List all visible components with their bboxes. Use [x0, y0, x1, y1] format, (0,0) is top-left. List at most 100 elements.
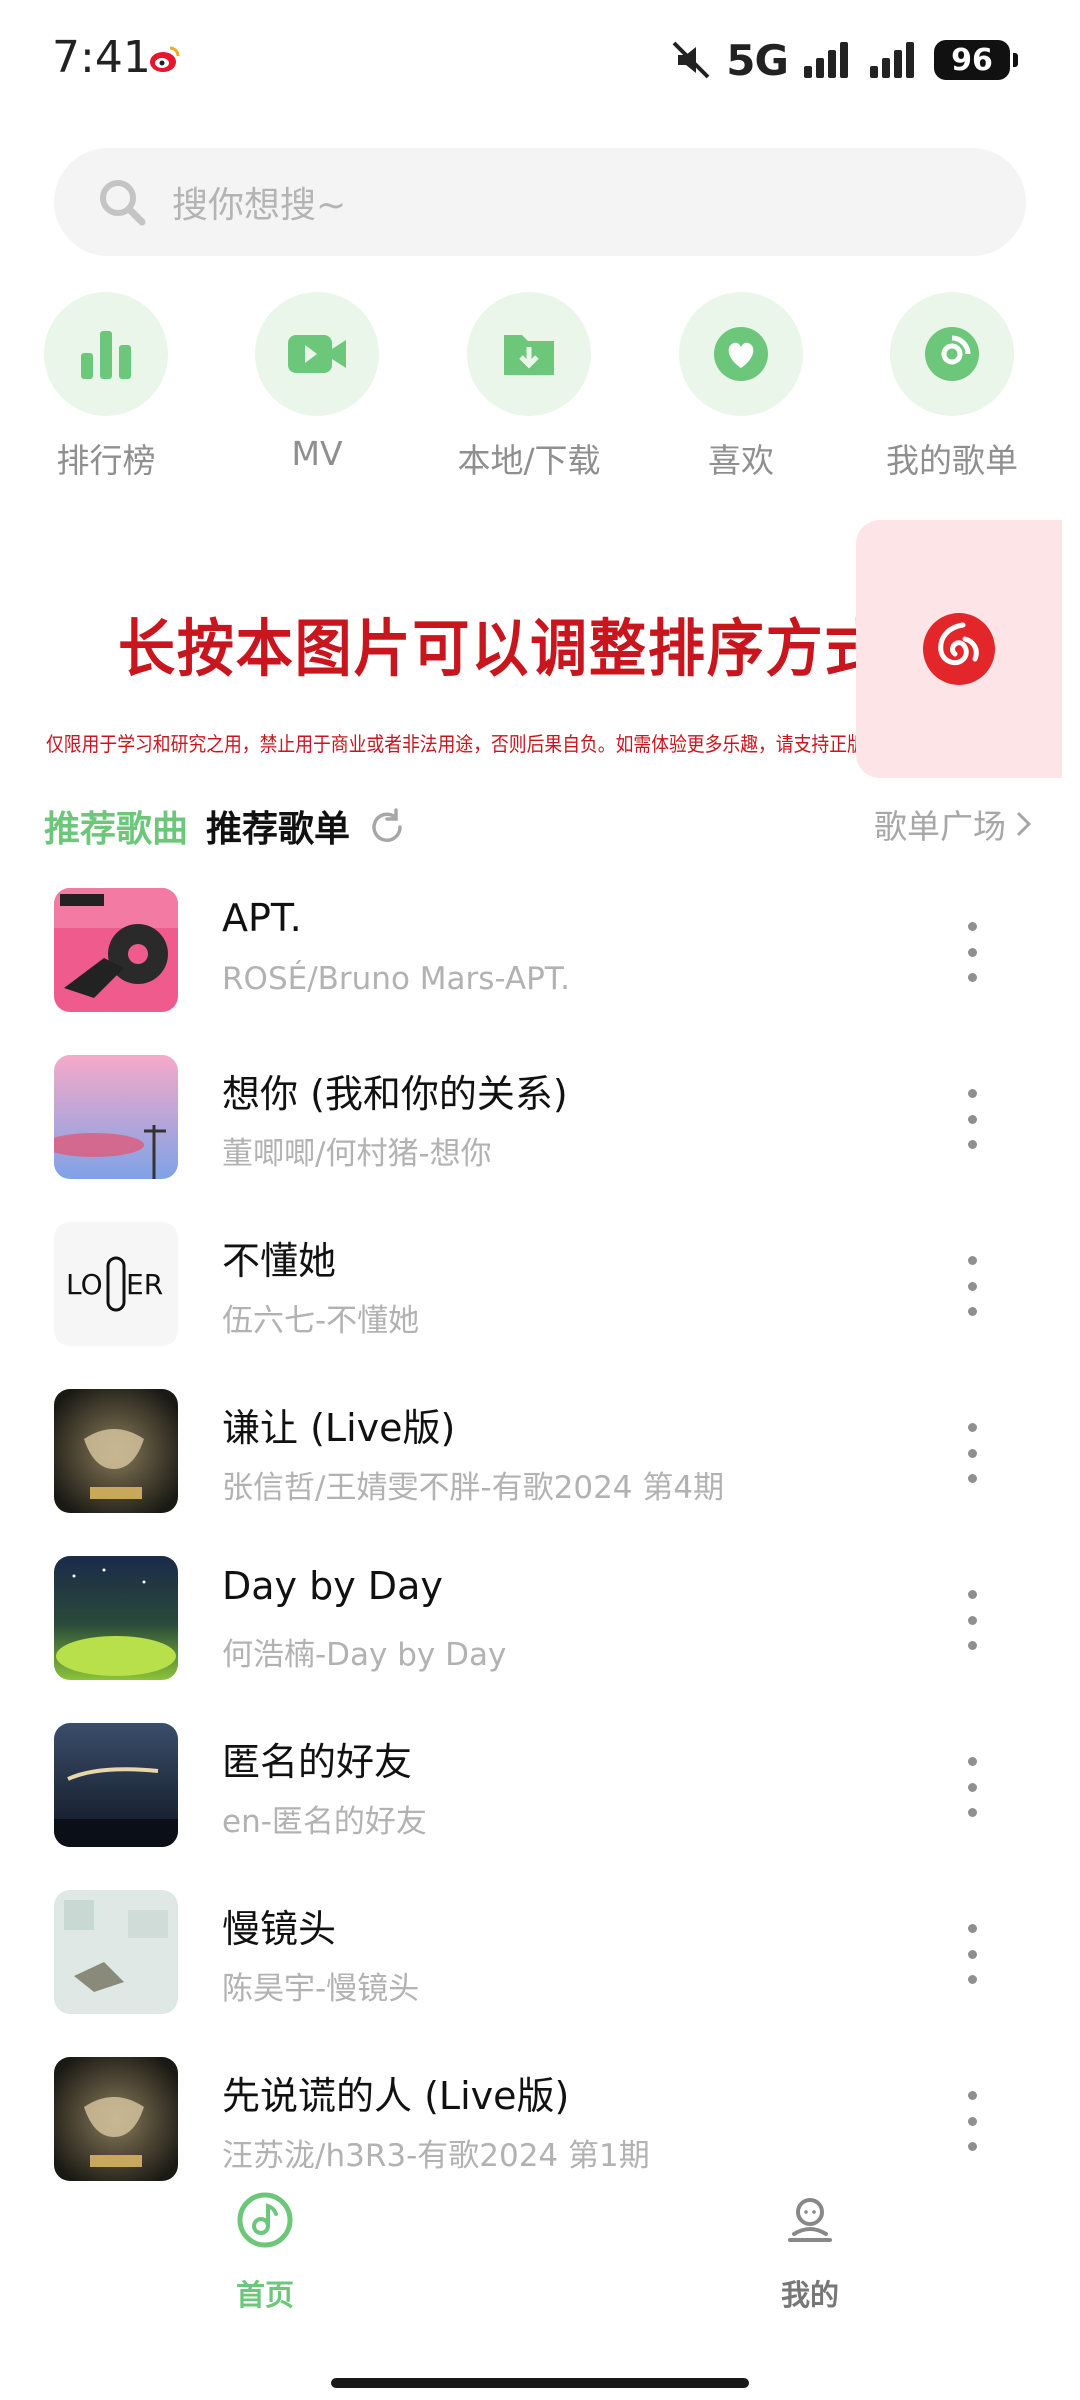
song-row[interactable]: 匿名的好友 en-匿名的好友: [0, 1713, 1080, 1880]
song-title: APT.: [222, 896, 302, 940]
svg-text:ER: ER: [126, 1268, 163, 1301]
search-input[interactable]: 搜你想搜~: [54, 148, 1026, 256]
playlist-square-link[interactable]: 歌单广场: [874, 800, 1034, 848]
signal-icon: [804, 42, 848, 78]
album-cover: [54, 1723, 178, 1847]
more-options-icon[interactable]: [960, 1256, 984, 1316]
album-cover: [54, 2057, 178, 2181]
album-cover: LO ER: [54, 1222, 178, 1346]
quick-entry-label: 我的歌单: [886, 441, 1018, 480]
quick-entry-label: MV: [291, 434, 343, 473]
signal-icon-2: [870, 42, 914, 78]
nav-home-label: 首页: [235, 2278, 294, 2312]
album-cover-art: [54, 1890, 178, 2014]
song-title: 匿名的好友: [222, 1740, 413, 1784]
netease-music-logo-icon: [923, 613, 995, 685]
heart-icon: [714, 327, 768, 381]
chart-bars-icon: [81, 331, 131, 379]
song-row[interactable]: 谦让 (Live版) 张信哲/王婧雯不胖-有歌2024 第4期: [0, 1379, 1080, 1546]
song-artist-album: ROSÉ/Bruno Mars-APT.: [222, 961, 570, 997]
album-cover-art: [54, 888, 178, 1012]
status-time: 7:41: [52, 32, 151, 83]
more-options-icon[interactable]: [960, 922, 984, 982]
song-row[interactable]: APT. ROSÉ/Bruno Mars-APT.: [0, 878, 1080, 1045]
battery-indicator: 96: [934, 40, 1018, 80]
album-cover: [54, 1890, 178, 2014]
album-cover-art: [54, 1556, 178, 1680]
quick-entries: 排行榜 MV 本地/下载 喜欢 我的歌单: [0, 292, 1080, 482]
status-indicators: 5G 96: [670, 35, 1018, 85]
music-disc-icon: [237, 2192, 293, 2248]
section-tabs: 推荐歌曲 推荐歌单 歌单广场: [0, 796, 1080, 860]
video-icon: [288, 335, 346, 373]
more-options-icon[interactable]: [960, 1089, 984, 1149]
song-artist-album: 张信哲/王婧雯不胖-有歌2024 第4期: [222, 1470, 725, 1506]
svg-text:LO: LO: [66, 1268, 103, 1301]
album-cover-art: [54, 1723, 178, 1847]
album-cover-art: [54, 1389, 178, 1513]
banner-carousel[interactable]: 长按本图片可以调整排序方式 仅限用于学习和研究之用，禁止用于商业或者非法用途，否…: [38, 528, 918, 770]
disc-icon: [925, 327, 979, 381]
album-cover: [54, 1389, 178, 1513]
song-artist-album: en-匿名的好友: [222, 1804, 427, 1840]
song-row[interactable]: Day by Day 何浩楠-Day by Day: [0, 1546, 1080, 1713]
quick-entry-label: 喜欢: [708, 441, 774, 480]
quick-entry-ranking[interactable]: 排行榜: [26, 292, 186, 482]
mute-icon: [672, 41, 710, 79]
quick-entry-my-playlists[interactable]: 我的歌单: [872, 292, 1032, 482]
tab-recommended-songs[interactable]: 推荐歌曲: [44, 800, 188, 852]
quick-entry-circle: [255, 292, 379, 416]
song-title: 不懂她: [222, 1239, 337, 1283]
quick-entry-mv[interactable]: MV: [237, 292, 397, 473]
quick-entry-local-download[interactable]: 本地/下载: [449, 292, 609, 482]
weibo-icon: [150, 46, 180, 72]
nav-mine-label: 我的: [780, 2278, 839, 2312]
song-row[interactable]: 先说谎的人 (Live版) 汪苏泷/h3R3-有歌2024 第1期: [0, 2047, 1080, 2214]
more-options-icon[interactable]: [960, 1924, 984, 1984]
status-bar: 7:41 5G 96: [0, 0, 1080, 120]
quick-entry-circle: [679, 292, 803, 416]
song-title: Day by Day: [222, 1564, 443, 1608]
quick-entry-circle: [467, 292, 591, 416]
more-options-icon[interactable]: [960, 2091, 984, 2151]
banner-next-card[interactable]: [856, 520, 1062, 778]
banner-title: 长按本图片可以调整排序方式: [118, 612, 884, 685]
home-indicator[interactable]: [331, 2378, 749, 2388]
song-title: 先说谎的人 (Live版): [222, 2074, 570, 2118]
quick-entry-label: 本地/下载: [457, 441, 601, 480]
more-options-icon[interactable]: [960, 1590, 984, 1650]
network-type: 5G: [726, 35, 789, 85]
quick-entry-favorites[interactable]: 喜欢: [661, 292, 821, 482]
bottom-navigation: 首页 我的: [0, 2190, 1080, 2400]
album-cover-art: [54, 1055, 178, 1179]
search-icon: [100, 180, 146, 226]
song-row[interactable]: 慢镜头 陈昊宇-慢镜头: [0, 1880, 1080, 2047]
song-artist-album: 伍六七-不懂她: [222, 1303, 420, 1339]
song-row[interactable]: LO ER 不懂她 伍六七-不懂她: [0, 1212, 1080, 1379]
album-cover: [54, 1055, 178, 1179]
quick-entry-label: 排行榜: [56, 441, 156, 480]
quick-entry-circle: [890, 292, 1014, 416]
refresh-icon[interactable]: [366, 806, 408, 848]
album-cover-art: LO ER: [54, 1222, 178, 1346]
playlist-square-label: 歌单广场: [874, 807, 1006, 846]
song-artist-album: 陈昊宇-慢镜头: [222, 1971, 420, 2007]
more-options-icon[interactable]: [960, 1757, 984, 1817]
song-artist-album: 董唧唧/何村猪-想你: [222, 1136, 492, 1172]
song-title: 谦让 (Live版): [222, 1406, 456, 1450]
song-artist-album: 何浩楠-Day by Day: [222, 1637, 507, 1673]
search-placeholder: 搜你想搜~: [172, 185, 347, 226]
album-cover: [54, 1556, 178, 1680]
song-artist-album: 汪苏泷/h3R3-有歌2024 第1期: [222, 2138, 650, 2174]
chevron-right-icon: [1016, 811, 1032, 837]
song-row[interactable]: 想你 (我和你的关系) 董唧唧/何村猪-想你: [0, 1045, 1080, 1212]
nav-mine[interactable]: 我的: [730, 2190, 890, 2314]
song-title: 想你 (我和你的关系): [222, 1072, 568, 1116]
more-options-icon[interactable]: [960, 1423, 984, 1483]
nav-home[interactable]: 首页: [185, 2190, 345, 2314]
tab-recommended-playlists[interactable]: 推荐歌单: [206, 800, 350, 852]
download-folder-icon: [504, 335, 554, 375]
quick-entry-circle: [44, 292, 168, 416]
album-cover: [54, 888, 178, 1012]
banner-notice: 仅限用于学习和研究之用，禁止用于商业或者非法用途，否则后果自负。如需体验更多乐趣…: [46, 732, 919, 756]
